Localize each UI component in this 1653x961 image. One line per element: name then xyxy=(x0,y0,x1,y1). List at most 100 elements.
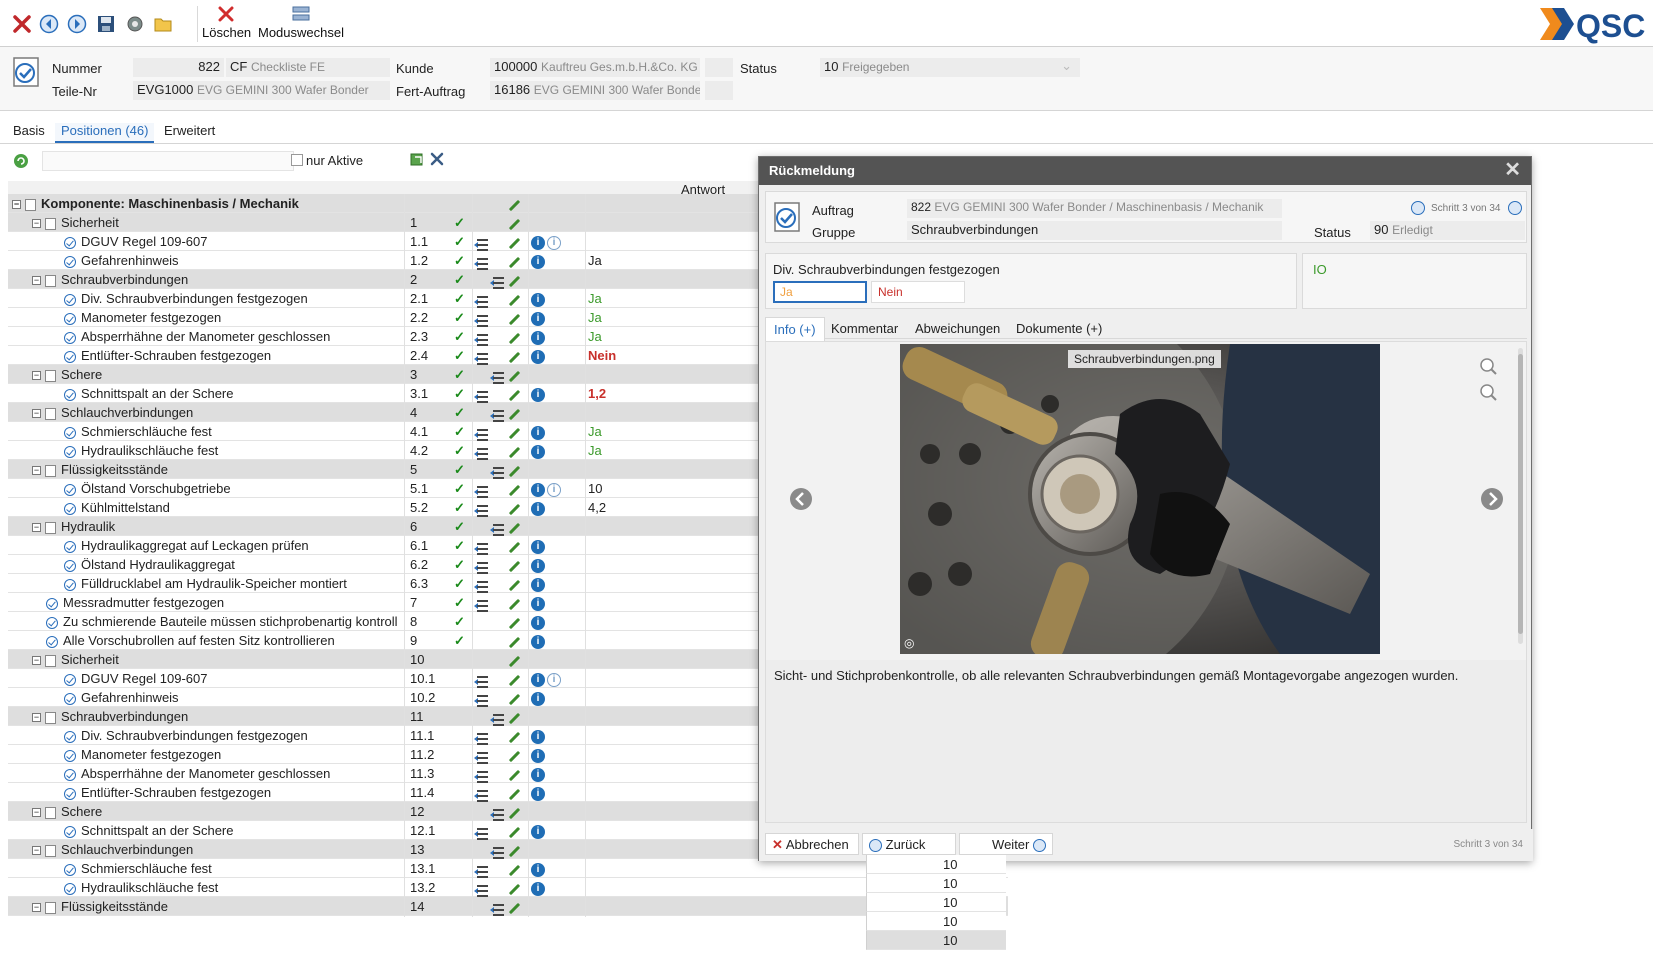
teile-field[interactable]: EVG1000 EVG GEMINI 300 Wafer Bonder xyxy=(133,81,390,100)
list-icon[interactable] xyxy=(474,863,488,878)
edit-pencil-icon[interactable] xyxy=(508,900,520,915)
collapse-toggle-icon[interactable]: − xyxy=(32,846,41,856)
edit-pencil-icon[interactable] xyxy=(508,501,520,516)
edit-pencil-icon[interactable] xyxy=(508,843,520,858)
tab-basis[interactable]: Basis xyxy=(13,123,45,138)
edit-pencil-icon[interactable] xyxy=(508,615,520,630)
cancel-button[interactable]: ✕ Abbrechen xyxy=(765,833,859,855)
list-icon[interactable] xyxy=(474,597,488,612)
info-icon[interactable]: ii xyxy=(531,481,561,497)
info-icon[interactable]: i xyxy=(531,633,545,649)
answer-no-input[interactable]: Nein xyxy=(871,281,965,303)
info-icon[interactable]: i xyxy=(531,500,545,516)
collapse-toggle-icon[interactable]: − xyxy=(32,656,41,666)
list-icon[interactable] xyxy=(474,578,488,593)
zoom-out-icon[interactable] xyxy=(1478,382,1498,402)
info-scrollbar[interactable] xyxy=(1518,348,1523,644)
list-icon[interactable] xyxy=(474,673,488,688)
edit-pencil-icon[interactable] xyxy=(508,273,520,288)
edit-pencil-icon[interactable] xyxy=(508,653,520,668)
list-icon[interactable] xyxy=(490,901,504,916)
list-icon[interactable] xyxy=(490,711,504,726)
fert-field[interactable]: 16186 EVG GEMINI 300 Wafer Bonder xyxy=(490,81,700,100)
edit-pencil-icon[interactable] xyxy=(508,330,520,345)
info-icon[interactable]: ii xyxy=(531,234,561,250)
edit-pencil-icon[interactable] xyxy=(508,235,520,250)
edit-pencil-icon[interactable] xyxy=(508,767,520,782)
info-icon[interactable]: i xyxy=(531,253,545,269)
list-icon[interactable] xyxy=(474,293,488,308)
gear-icon[interactable] xyxy=(125,14,145,34)
info-icon[interactable]: i xyxy=(531,823,545,839)
back-button[interactable]: Zurück xyxy=(862,833,956,855)
list-icon[interactable] xyxy=(490,806,504,821)
forward-icon[interactable] xyxy=(67,14,87,34)
edit-pencil-icon[interactable] xyxy=(508,406,520,421)
prev-step-icon[interactable] xyxy=(1411,201,1425,215)
edit-pencil-icon[interactable] xyxy=(508,824,520,839)
info-icon[interactable]: i xyxy=(531,348,545,364)
list-icon[interactable] xyxy=(490,407,504,422)
nummer-field[interactable]: 822 xyxy=(133,58,224,77)
edit-pencil-icon[interactable] xyxy=(508,197,520,212)
edit-pencil-icon[interactable] xyxy=(508,520,520,535)
list-icon[interactable] xyxy=(490,274,504,289)
list-icon[interactable] xyxy=(474,483,488,498)
prev-image-icon[interactable] xyxy=(788,486,814,512)
collapse-toggle-icon[interactable]: − xyxy=(32,713,41,723)
list-icon[interactable] xyxy=(474,255,488,270)
dialog-tab-documents[interactable]: Dokumente (+) xyxy=(1016,321,1102,336)
edit-pencil-icon[interactable] xyxy=(508,349,520,364)
collapse-toggle-icon[interactable]: − xyxy=(12,200,21,210)
list-icon[interactable] xyxy=(490,521,504,536)
edit-pencil-icon[interactable] xyxy=(508,463,520,478)
folder-icon[interactable] xyxy=(153,14,173,34)
collapse-toggle-icon[interactable]: − xyxy=(32,466,41,476)
list-icon[interactable] xyxy=(474,749,488,764)
dialog-tab-comment[interactable]: Kommentar xyxy=(831,321,898,336)
back-icon[interactable] xyxy=(39,14,59,34)
edit-pencil-icon[interactable] xyxy=(508,387,520,402)
list-icon[interactable] xyxy=(474,768,488,783)
delete-button[interactable]: Löschen xyxy=(202,6,251,40)
info-icon[interactable]: i xyxy=(531,557,545,573)
edit-pencil-icon[interactable] xyxy=(508,805,520,820)
info-icon[interactable]: ii xyxy=(531,671,561,687)
edit-pencil-icon[interactable] xyxy=(508,596,520,611)
table-row[interactable]: Schmierschläuche fest 13.1 i xyxy=(8,859,1008,879)
list-icon[interactable] xyxy=(474,445,488,460)
refresh-icon[interactable] xyxy=(13,153,29,169)
dialog-tab-info[interactable]: Info (+) xyxy=(765,317,825,341)
list-icon[interactable] xyxy=(474,559,488,574)
info-icon[interactable]: i xyxy=(531,595,545,611)
edit-pencil-icon[interactable] xyxy=(508,786,520,801)
list-icon[interactable] xyxy=(490,464,504,479)
info-icon[interactable]: i xyxy=(531,747,545,763)
tools-icon[interactable] xyxy=(429,151,445,167)
info-icon[interactable]: i xyxy=(531,880,545,896)
next-step-icon[interactable] xyxy=(1508,201,1522,215)
info-icon[interactable]: i xyxy=(531,690,545,706)
info-icon[interactable]: i xyxy=(531,861,545,877)
list-icon[interactable] xyxy=(490,844,504,859)
group-row[interactable]: − Flüssigkeitsstände 14 xyxy=(8,897,1008,917)
info-icon[interactable]: i xyxy=(531,785,545,801)
export-icon[interactable] xyxy=(409,151,425,167)
info-icon[interactable]: i xyxy=(531,310,545,326)
tab-erweitert[interactable]: Erweitert xyxy=(164,123,215,138)
next-image-icon[interactable] xyxy=(1479,486,1505,512)
close-icon[interactable] xyxy=(12,14,32,34)
edit-pencil-icon[interactable] xyxy=(508,748,520,763)
edit-pencil-icon[interactable] xyxy=(508,729,520,744)
list-icon[interactable] xyxy=(474,388,488,403)
list-icon[interactable] xyxy=(474,540,488,555)
edit-pencil-icon[interactable] xyxy=(508,482,520,497)
info-icon[interactable]: i xyxy=(531,291,545,307)
info-icon[interactable]: i xyxy=(531,424,545,440)
info-icon[interactable]: i xyxy=(531,386,545,402)
info-icon[interactable]: i xyxy=(531,728,545,744)
edit-pencil-icon[interactable] xyxy=(508,425,520,440)
dialog-tab-deviations[interactable]: Abweichungen xyxy=(915,321,1000,336)
mode-switch-button[interactable]: Moduswechsel xyxy=(258,6,344,40)
info-icon[interactable]: i xyxy=(531,443,545,459)
